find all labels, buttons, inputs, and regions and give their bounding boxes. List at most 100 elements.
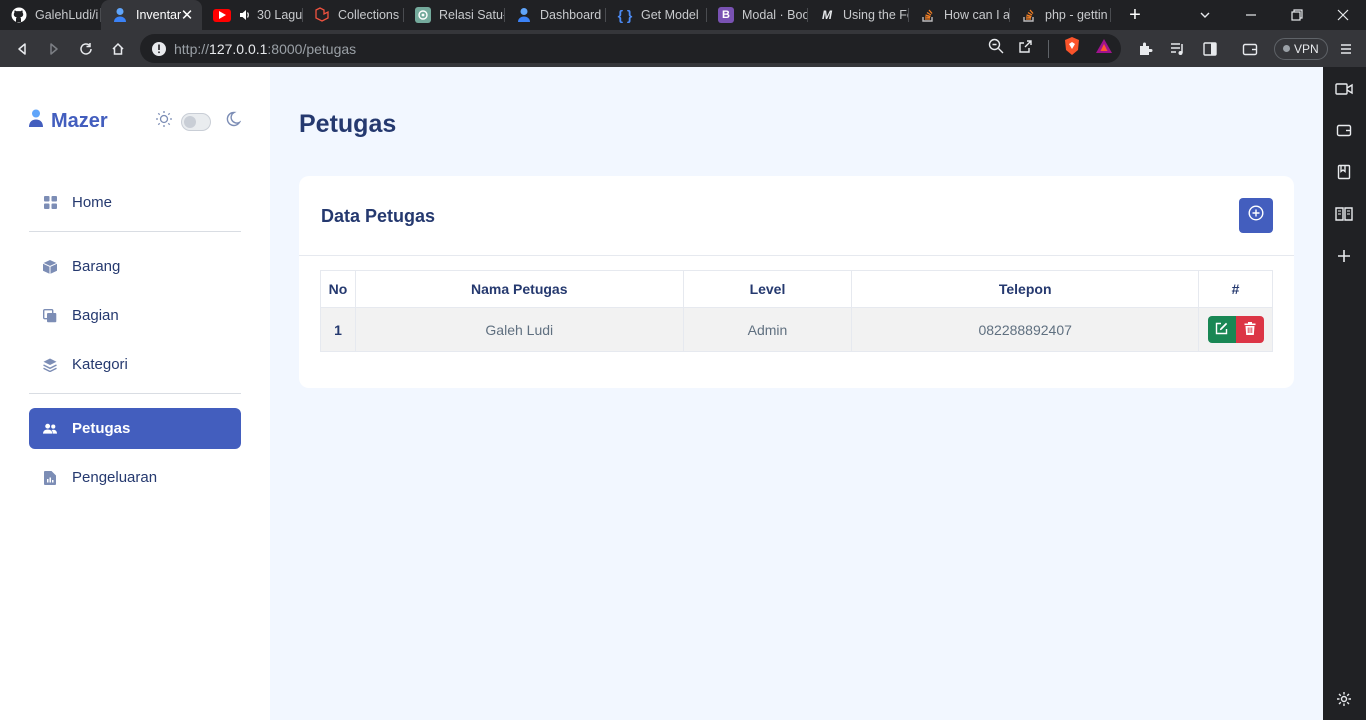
window-controls [1182, 0, 1366, 30]
browser-tab[interactable]: GalehLudi/i [0, 0, 101, 30]
add-panel-icon[interactable] [1334, 246, 1354, 266]
petugas-table: No Nama Petugas Level Telepon # 1 Galeh … [320, 270, 1273, 352]
layers-square-icon [43, 308, 57, 323]
stackoverflow-icon [920, 7, 936, 23]
cell-level: Admin [682, 307, 853, 352]
info-icon[interactable] [150, 40, 168, 58]
sidebar-toggle-icon[interactable] [1194, 33, 1226, 65]
browser-tab[interactable]: Collections [303, 0, 404, 30]
stackoverflow-icon [1021, 7, 1037, 23]
home-icon[interactable] [102, 33, 134, 65]
settings-gear-icon[interactable] [1334, 689, 1354, 709]
sidebar-item-bagian[interactable]: Bagian [29, 295, 241, 336]
cell-actions [1198, 307, 1273, 352]
youtube-icon [213, 8, 231, 22]
wallet-icon[interactable] [1234, 33, 1266, 65]
file-chart-icon [43, 470, 57, 485]
tab-search-icon[interactable] [1182, 0, 1228, 30]
sidebar-item-label: Petugas [72, 420, 131, 437]
plus-circle-icon [1248, 205, 1264, 226]
theme-toggle [155, 110, 242, 133]
edit-button[interactable] [1207, 316, 1236, 343]
close-icon[interactable]: ✕ [178, 6, 196, 24]
bookmark-icon[interactable] [1334, 162, 1354, 182]
toolbar-actions: VPN [1130, 30, 1362, 67]
box-icon [43, 259, 57, 274]
playlist-icon[interactable] [1162, 33, 1194, 65]
browser-tab-active[interactable]: Inventar ✕ [101, 0, 202, 30]
browser-tab[interactable]: 30 Lagu [202, 0, 303, 30]
table-header-row: No Nama Petugas Level Telepon # [320, 270, 1273, 308]
column-header-telepon: Telepon [851, 270, 1199, 308]
reading-list-icon[interactable] [1334, 204, 1354, 224]
wallet-panel-icon[interactable] [1334, 120, 1354, 140]
dark-mode-switch[interactable] [181, 112, 211, 131]
braces-icon: { } [617, 7, 633, 23]
speaker-icon[interactable] [239, 9, 251, 21]
openai-icon [415, 7, 431, 23]
reload-icon[interactable] [70, 33, 102, 65]
share-icon[interactable] [1018, 38, 1034, 59]
video-call-icon[interactable] [1334, 79, 1354, 99]
tab-title: Dashboard [540, 8, 602, 22]
zoom-icon[interactable] [988, 38, 1004, 59]
restore-icon[interactable] [1274, 0, 1320, 30]
tab-title: Using the Fe [843, 8, 909, 22]
tab-title: 30 Lagu [257, 8, 303, 22]
tab-title: Collections [338, 8, 400, 22]
sidebar-item-petugas[interactable]: Petugas [29, 408, 241, 449]
sidebar-item-label: Barang [72, 258, 121, 275]
sidebar-item-barang[interactable]: Barang [29, 246, 241, 287]
minimize-icon[interactable] [1228, 0, 1274, 30]
vpn-button[interactable]: VPN [1274, 37, 1328, 60]
brave-rewards-icon[interactable] [1095, 38, 1113, 59]
sidebar-item-label: Bagian [72, 307, 119, 324]
window-close-icon[interactable] [1320, 0, 1366, 30]
url-host: 127.0.0.1 [209, 40, 268, 57]
sidebar-item-kategori[interactable]: Kategori [29, 344, 241, 385]
page-title: Petugas [299, 110, 397, 138]
tab-title: How can I a [944, 8, 1010, 22]
bootstrap-icon: B [718, 7, 734, 23]
user-icon [112, 7, 128, 23]
brand-logo[interactable]: Mazer [29, 109, 108, 133]
action-group [1199, 316, 1272, 343]
brand-name: Mazer [51, 109, 108, 132]
browser-tab[interactable]: How can I a [909, 0, 1010, 30]
sidebar-item-label: Kategori [72, 356, 128, 373]
sidebar-menu: Home Barang Bagian Kategori Petugas Peng… [29, 182, 241, 506]
sun-icon [155, 110, 173, 133]
edit-icon [1215, 322, 1228, 338]
delete-button[interactable] [1235, 316, 1264, 343]
url-text: http://127.0.0.1:8000/petugas [174, 41, 356, 57]
menu-icon[interactable] [1330, 33, 1362, 65]
browser-tab[interactable]: php - gettin [1010, 0, 1111, 30]
stack-icon [43, 358, 57, 372]
cell-nama: Galeh Ludi [354, 307, 684, 352]
vpn-label: VPN [1294, 41, 1319, 56]
browser-tab[interactable]: Dashboard [505, 0, 606, 30]
back-icon[interactable] [6, 33, 38, 65]
browser-tab[interactable]: M Using the Fe [808, 0, 909, 30]
user-icon [29, 109, 43, 133]
new-tab-button[interactable]: + [1115, 0, 1155, 30]
sidebar-item-pengeluaran[interactable]: Pengeluaran [29, 457, 241, 498]
browser-toolbar: http://127.0.0.1:8000/petugas VPN [0, 30, 1366, 67]
menu-divider [29, 393, 241, 394]
address-bar[interactable]: http://127.0.0.1:8000/petugas [140, 34, 1121, 63]
table-row: 1 Galeh Ludi Admin 082288892407 [320, 307, 1273, 352]
forward-icon[interactable] [38, 33, 70, 65]
divider [1048, 39, 1049, 58]
extensions-icon[interactable] [1130, 33, 1162, 65]
sidebar-item-home[interactable]: Home [29, 182, 241, 223]
column-header-level: Level [682, 270, 853, 308]
brave-shield-icon[interactable] [1063, 36, 1081, 61]
browser-tab[interactable]: B Modal · Boo [707, 0, 808, 30]
laravel-icon [314, 7, 330, 23]
add-petugas-button[interactable] [1239, 198, 1273, 233]
browser-tab[interactable]: { } Get Model [606, 0, 707, 30]
sidebar-item-label: Pengeluaran [72, 469, 158, 486]
browser-side-panel [1323, 67, 1366, 720]
tab-title: GalehLudi/i [35, 8, 99, 22]
browser-tab[interactable]: Relasi Satu- [404, 0, 505, 30]
